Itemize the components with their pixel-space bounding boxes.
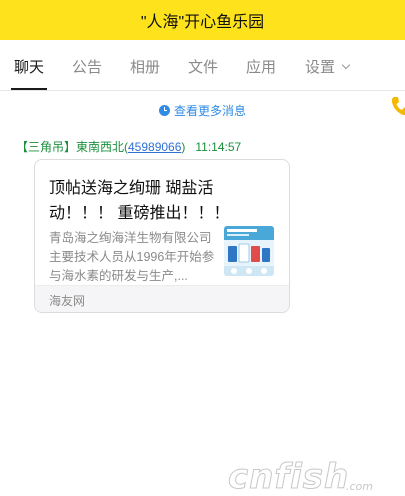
window-titlebar: "人海"开心鱼乐园: [0, 0, 405, 40]
tab-settings[interactable]: 设置: [305, 40, 351, 90]
card-footer: 海友网: [35, 285, 289, 312]
tab-files[interactable]: 文件: [188, 40, 218, 90]
cnfish-watermark-logo: cnfish .com: [228, 457, 374, 495]
tab-album[interactable]: 相册: [130, 40, 160, 90]
svg-text:.com: .com: [346, 480, 373, 493]
sender-suffix: ): [181, 140, 186, 154]
product-thumbnail-image: [224, 226, 274, 276]
window-title: "人海"开心鱼乐园: [140, 14, 265, 31]
shared-link-card[interactable]: 顶帖送海之绚珊 瑚盐活动！！！ 重磅推出！！！ 青岛海之绚海洋生物有限公司主要技…: [34, 159, 290, 313]
card-description: 青岛海之绚海洋生物有限公司主要技术人员从1996年开始参与海水素的研发与生产,.…: [49, 231, 215, 283]
tab-announcements[interactable]: 公告: [72, 40, 102, 90]
sender-id-link[interactable]: 45989066: [128, 140, 181, 154]
tab-apps[interactable]: 应用: [246, 40, 276, 90]
chevron-down-icon: [341, 60, 351, 70]
tab-settings-label: 设置: [305, 59, 336, 76]
tab-bar: 聊天 公告 相册 文件 应用 设置: [0, 40, 405, 116]
message-sender-line: 【三角吊】東南西北(45989066) 11:14:57: [16, 138, 241, 155]
card-title: 顶帖送海之绚珊 瑚盐活动！！！ 重磅推出！！！: [49, 180, 230, 222]
view-more-messages-label: 查看更多消息: [173, 104, 246, 118]
view-more-messages-link[interactable]: 查看更多消息: [0, 102, 405, 119]
sender-name: 【三角吊】東南西北(: [16, 140, 128, 154]
card-source: 海友网: [49, 294, 86, 308]
tab-chat[interactable]: 聊天: [10, 40, 48, 90]
svg-text:cnfish: cnfish: [228, 457, 349, 494]
history-clock-icon: [158, 105, 170, 116]
message-time: 11:14:57: [195, 140, 242, 154]
